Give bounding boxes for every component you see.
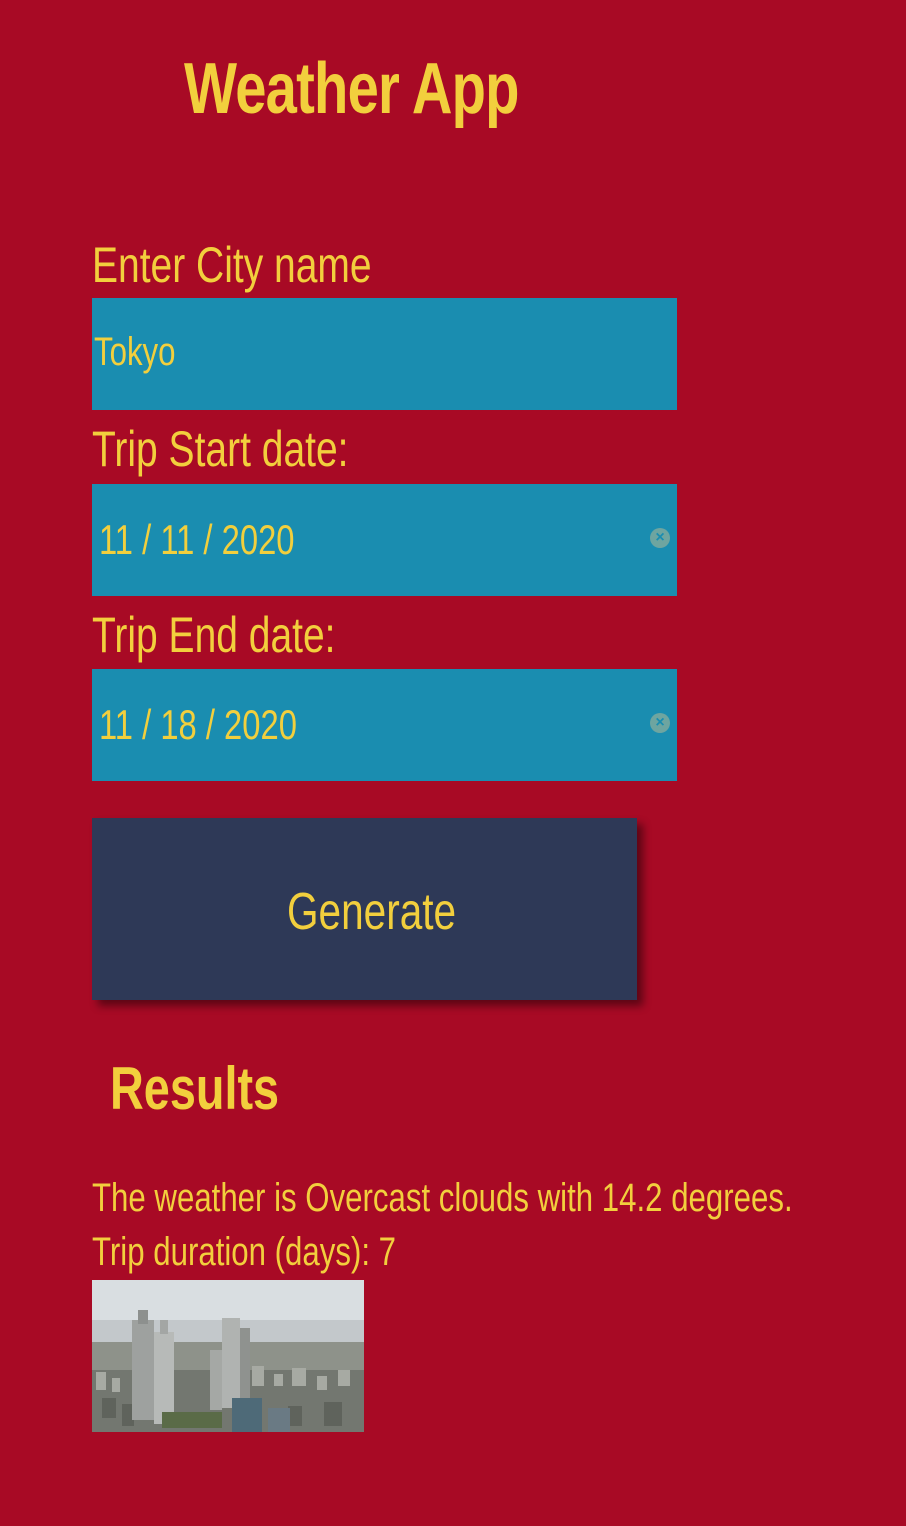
city-input[interactable]: Tokyo bbox=[92, 298, 677, 410]
generate-button-label: Generate bbox=[287, 883, 457, 941]
start-date-value: 11 / 11 / 2020 bbox=[99, 516, 295, 563]
city-label: Enter City name bbox=[92, 237, 372, 293]
duration-result: Trip duration (days): 7 bbox=[92, 1230, 397, 1274]
city-input-value: Tokyo bbox=[94, 330, 176, 374]
end-date-value: 11 / 18 / 2020 bbox=[99, 701, 297, 748]
start-date-label: Trip Start date: bbox=[92, 421, 349, 477]
clear-icon[interactable]: × bbox=[650, 713, 670, 733]
end-date-label: Trip End date: bbox=[92, 607, 336, 663]
weather-result: The weather is Overcast clouds with 14.2… bbox=[92, 1176, 793, 1220]
start-date-input[interactable]: 11 / 11 / 2020 × bbox=[92, 484, 677, 596]
results-title: Results bbox=[110, 1055, 280, 1122]
city-skyline-icon bbox=[92, 1280, 364, 1432]
end-date-input[interactable]: 11 / 18 / 2020 × bbox=[92, 669, 677, 781]
generate-button[interactable]: Generate bbox=[92, 818, 637, 1000]
page-title: Weather App bbox=[184, 49, 519, 129]
city-skyline-photo bbox=[92, 1280, 364, 1432]
clear-icon[interactable]: × bbox=[650, 528, 670, 548]
